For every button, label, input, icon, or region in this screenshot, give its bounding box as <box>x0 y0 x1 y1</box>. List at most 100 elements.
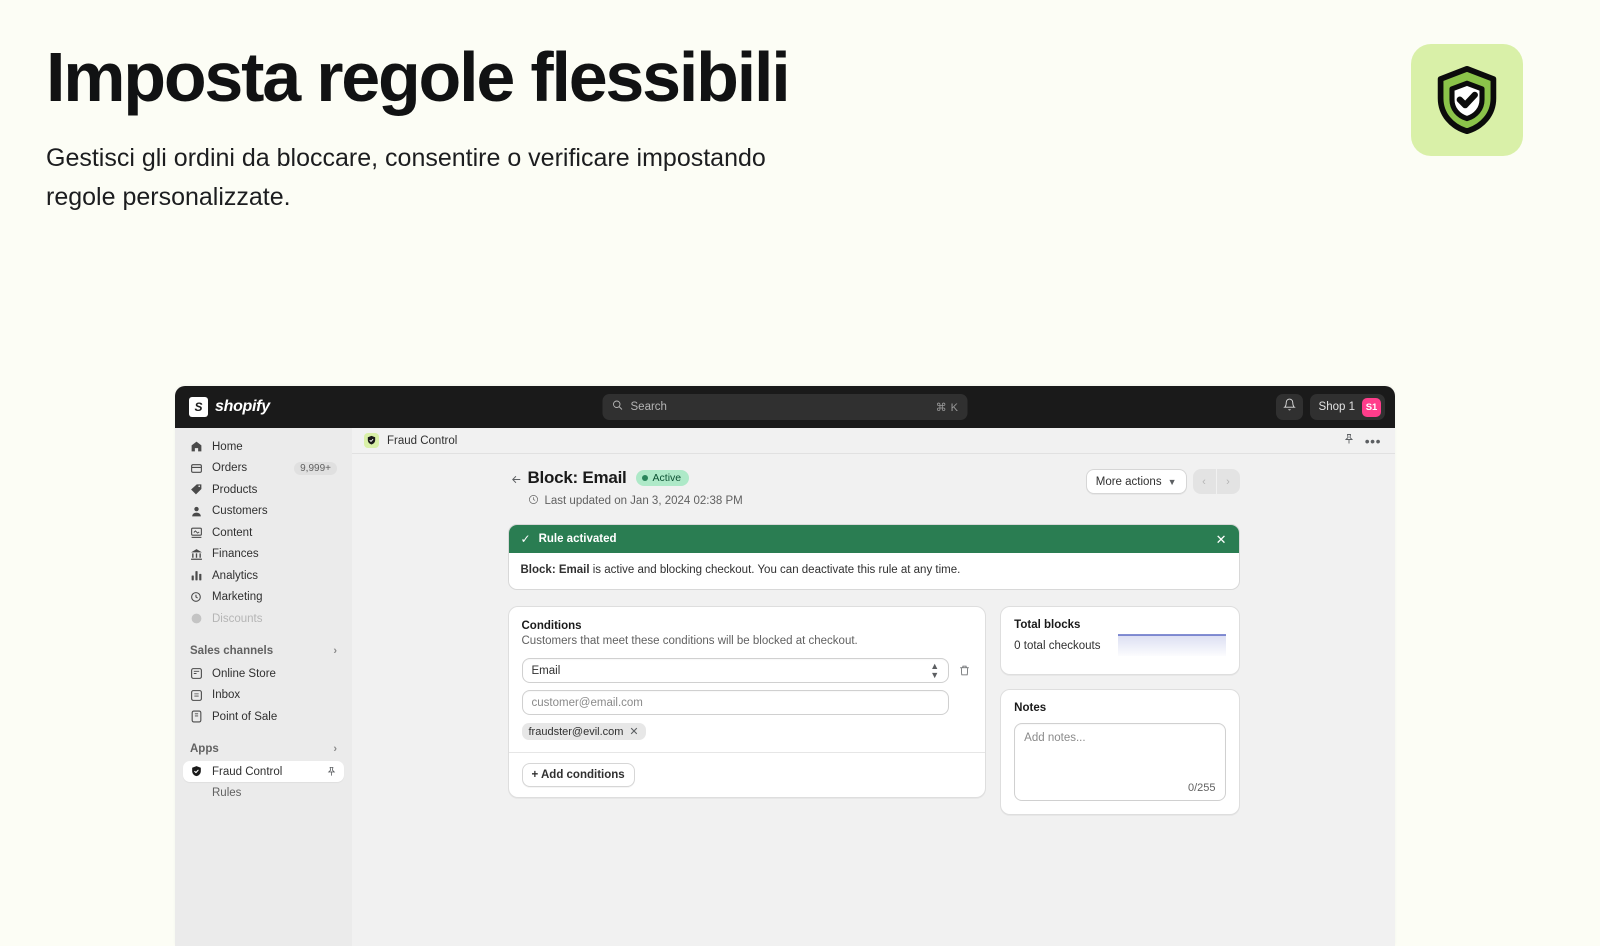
analytics-icon <box>190 569 203 582</box>
notes-counter: 0/255 <box>1187 782 1216 794</box>
store-name: Shop 1 <box>1318 401 1355 413</box>
chevron-down-icon: ▼ <box>1167 476 1177 487</box>
sidebar-section-apps[interactable]: Apps › <box>183 739 344 759</box>
pin-icon[interactable] <box>1343 432 1355 450</box>
sidebar-item-content[interactable]: Content <box>183 522 344 543</box>
inbox-icon <box>190 689 203 702</box>
app-window: S shopify Search ⌘ K Shop 1 S1 Home Orde… <box>175 386 1395 946</box>
home-icon <box>190 440 203 453</box>
chevron-updown-icon: ▲ ▼ <box>930 660 940 680</box>
sidebar-item-online-store[interactable]: Online Store <box>183 663 344 684</box>
condition-chips: fraudster@evil.com ✕ <box>521 723 973 752</box>
notes-textarea[interactable]: Add notes... 0/255 <box>1014 723 1226 801</box>
orders-count-badge: 9,999+ <box>294 461 337 475</box>
pagination-next-button[interactable]: › <box>1216 469 1240 494</box>
last-updated-label: Last updated on Jan 3, 2024 02:38 PM <box>544 495 743 507</box>
condition-value-input[interactable]: customer@email.com <box>521 690 950 715</box>
sidebar-item-finances[interactable]: Finances <box>183 544 344 565</box>
check-icon: ✓ <box>520 532 531 546</box>
notes-title: Notes <box>1014 702 1047 714</box>
customers-icon <box>190 505 203 518</box>
sidebar-item-inbox[interactable]: Inbox <box>183 685 344 706</box>
shopify-wordmark: shopify <box>215 398 270 415</box>
main-pane: Fraud Control ••• Block: Email Active La… <box>352 428 1395 946</box>
orders-icon <box>190 462 203 475</box>
store-icon <box>190 667 203 680</box>
last-updated: Last updated on Jan 3, 2024 02:38 PM <box>528 494 1086 508</box>
sidebar-item-label: Point of Sale <box>212 710 278 723</box>
sidebar-section-sales-channels[interactable]: Sales channels › <box>183 641 344 661</box>
sidebar-item-label: Online Store <box>212 667 276 680</box>
sidebar-item-label: Analytics <box>212 569 259 582</box>
shield-check-icon <box>1431 64 1503 136</box>
app-logo-badge <box>1411 44 1523 156</box>
sidebar-item-fraud-control[interactable]: Fraud Control <box>183 761 344 782</box>
status-badge-label: Active <box>652 472 682 484</box>
search-icon <box>612 398 624 416</box>
section-label: Sales channels <box>190 645 274 657</box>
sidebar-item-marketing[interactable]: Marketing <box>183 587 344 608</box>
content-icon <box>190 526 203 539</box>
rule-title: Block: Email <box>527 468 627 487</box>
more-actions-label: More actions <box>1095 475 1162 488</box>
sidebar-item-analytics[interactable]: Analytics <box>183 565 344 586</box>
search-input[interactable]: Search ⌘ K <box>602 394 968 420</box>
sidebar-item-label: Marketing <box>212 591 263 603</box>
status-dot-icon <box>641 475 648 481</box>
arrow-left-icon[interactable] <box>508 471 525 488</box>
sidebar-item-discounts[interactable]: Discounts <box>183 608 344 629</box>
search-shortcut: ⌘ K <box>935 401 959 414</box>
sidebar: Home Orders 9,999+ Products Customers Co… <box>175 428 352 946</box>
sidebar-subitem-rules[interactable]: Rules <box>183 783 344 803</box>
pin-icon[interactable] <box>326 766 337 777</box>
pos-icon <box>190 710 203 723</box>
condition-chip-label: fraudster@evil.com <box>528 725 624 738</box>
chevron-right-icon: › <box>333 645 337 657</box>
ellipsis-icon[interactable]: ••• <box>1365 434 1381 448</box>
sidebar-subitem-label: Rules <box>212 786 242 799</box>
notifications-button[interactable] <box>1275 394 1303 420</box>
sidebar-item-products[interactable]: Products <box>183 479 344 500</box>
sidebar-item-home[interactable]: Home <box>183 436 344 457</box>
app-name: Fraud Control <box>387 434 458 447</box>
shopify-mark-icon: S <box>189 397 208 417</box>
marketing-icon <box>190 591 203 604</box>
chevron-right-icon: › <box>333 743 337 755</box>
app-context-bar: Fraud Control ••• <box>352 428 1395 454</box>
trash-icon[interactable] <box>957 663 972 678</box>
sidebar-item-point-of-sale[interactable]: Point of Sale <box>183 706 344 727</box>
store-switcher[interactable]: Shop 1 S1 <box>1309 394 1385 420</box>
topbar-actions: Shop 1 S1 <box>1275 394 1385 420</box>
sidebar-item-label: Products <box>212 483 258 496</box>
page-title: Imposta regole flessibili <box>46 38 791 116</box>
shopify-logo[interactable]: S shopify <box>185 397 270 417</box>
total-blocks-sparkline <box>1117 619 1226 661</box>
conditions-description: Customers that meet these conditions wil… <box>521 635 858 647</box>
add-conditions-button[interactable]: + Add conditions <box>521 763 635 787</box>
hero-subtitle: Gestisci gli ordini da bloccare, consent… <box>46 144 766 212</box>
sidebar-item-label: Customers <box>212 505 268 517</box>
sidebar-item-label: Fraud Control <box>212 765 283 778</box>
bell-icon <box>1282 398 1296 416</box>
sidebar-item-customers[interactable]: Customers <box>183 501 344 522</box>
rule-activated-banner: ✓ Rule activated ✕ Block: Email is activ… <box>507 524 1240 590</box>
pagination-prev-button[interactable]: ‹ <box>1192 469 1216 494</box>
conditions-card: Conditions Customers that meet these con… <box>507 606 987 798</box>
status-badge: Active <box>635 470 690 486</box>
close-icon[interactable]: ✕ <box>629 725 638 738</box>
shield-check-icon <box>364 433 379 448</box>
condition-chip[interactable]: fraudster@evil.com ✕ <box>521 723 646 740</box>
banner-heading: Rule activated <box>538 533 617 545</box>
products-icon <box>190 483 203 496</box>
hero-section: Imposta regole flessibili Gestisci gli o… <box>46 38 1046 217</box>
more-actions-button[interactable]: More actions ▼ <box>1085 469 1187 494</box>
shield-check-icon <box>190 765 203 778</box>
sidebar-item-label: Finances <box>212 548 259 560</box>
condition-type-select[interactable]: Email ▲ ▼ <box>521 658 950 683</box>
close-icon[interactable]: ✕ <box>1216 533 1227 546</box>
clock-icon <box>528 494 539 508</box>
page-content: Block: Email Active Last updated on Jan … <box>352 454 1395 946</box>
sidebar-item-orders[interactable]: Orders 9,999+ <box>183 458 344 479</box>
banner-body: Block: Email is active and blocking chec… <box>509 553 1239 589</box>
search-placeholder: Search <box>630 401 667 413</box>
